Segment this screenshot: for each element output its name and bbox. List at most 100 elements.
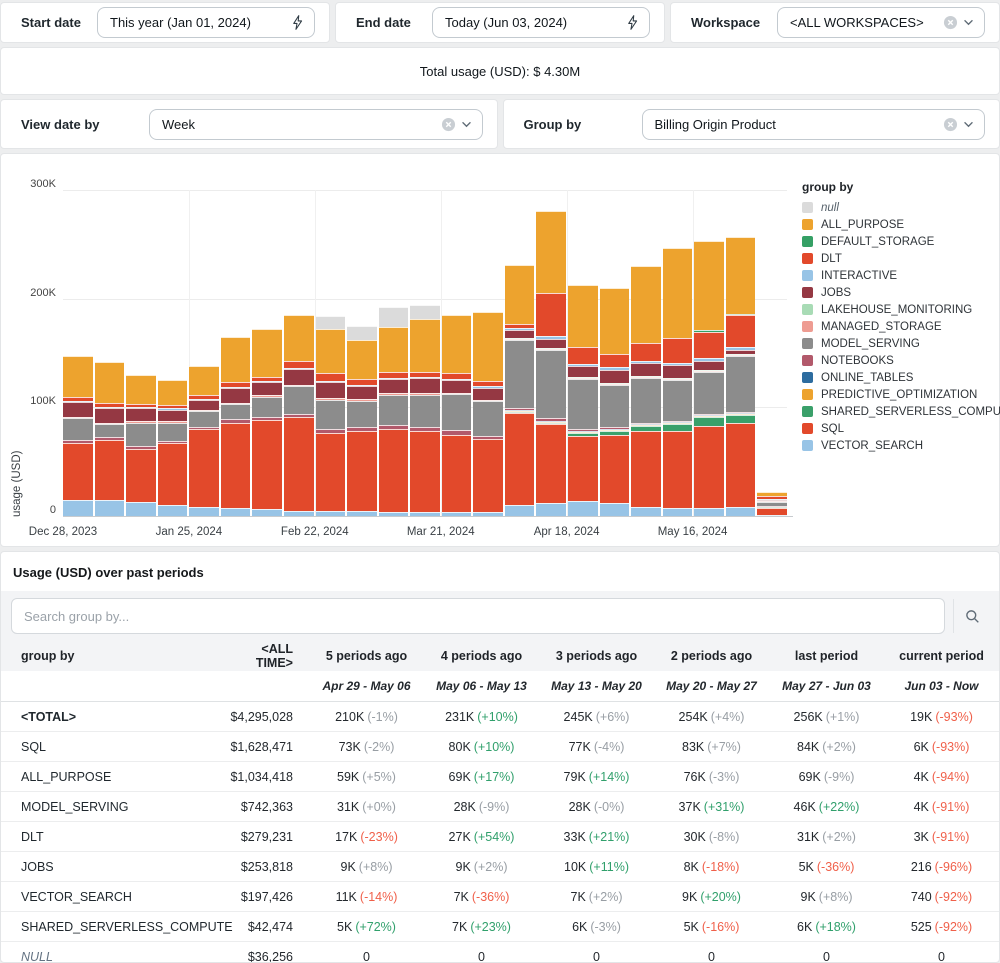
- end-date-input[interactable]: Today (Jun 03, 2024): [432, 7, 650, 38]
- bar-segment-VECTOR_SEARCH[interactable]: [158, 505, 188, 516]
- bar-segment-VECTOR_SEARCH[interactable]: [189, 507, 219, 516]
- bar-segment-MODEL_SERVING[interactable]: [694, 372, 724, 414]
- start-date-input[interactable]: This year (Jan 01, 2024): [97, 7, 315, 38]
- bar-segment-SQL[interactable]: [252, 420, 282, 509]
- bar-segment-VECTOR_SEARCH[interactable]: [95, 500, 125, 516]
- bar-segment-MODEL_SERVING[interactable]: [600, 385, 630, 427]
- stacked-bar[interactable]: [95, 362, 125, 516]
- bar-segment-VECTOR_SEARCH[interactable]: [536, 503, 566, 516]
- chevron-down-icon[interactable]: [461, 121, 472, 128]
- bar-segment-JOBS[interactable]: [221, 388, 251, 403]
- stacked-bar[interactable]: [442, 315, 472, 516]
- bar-segment-MODEL_SERVING[interactable]: [442, 394, 472, 430]
- bar-segment-JOBS[interactable]: [126, 408, 156, 421]
- bar-segment-SQL[interactable]: [284, 417, 314, 510]
- bar-segment-SQL[interactable]: [347, 431, 377, 510]
- chevron-down-icon[interactable]: [963, 19, 974, 26]
- bar-segment-null[interactable]: [316, 316, 346, 329]
- stacked-bar[interactable]: [726, 237, 756, 516]
- legend-item-MODEL_SERVING[interactable]: MODEL_SERVING: [802, 335, 996, 352]
- bar-segment-MODEL_SERVING[interactable]: [189, 411, 219, 427]
- bar-segment-SQL[interactable]: [379, 429, 409, 512]
- clear-icon[interactable]: [943, 117, 958, 132]
- bar-segment-ALL_PURPOSE[interactable]: [600, 288, 630, 354]
- bar-segment-VECTOR_SEARCH[interactable]: [631, 507, 661, 516]
- bar-segment-DLT[interactable]: [663, 338, 693, 363]
- bar-segment-JOBS[interactable]: [442, 380, 472, 393]
- bar-segment-MODEL_SERVING[interactable]: [158, 423, 188, 441]
- legend-item-DEFAULT_STORAGE[interactable]: DEFAULT_STORAGE: [802, 233, 996, 250]
- legend-item-PREDICTIVE_OPTIMIZATION[interactable]: PREDICTIVE_OPTIMIZATION: [802, 386, 996, 403]
- bar-segment-JOBS[interactable]: [95, 408, 125, 422]
- bar-segment-SQL[interactable]: [726, 423, 756, 508]
- stacked-bar[interactable]: [694, 241, 724, 516]
- stacked-bar[interactable]: [158, 380, 188, 516]
- bar-segment-SQL[interactable]: [221, 423, 251, 509]
- stacked-bar[interactable]: [252, 329, 282, 516]
- bar-segment-DLT[interactable]: [284, 361, 314, 369]
- stacked-bar[interactable]: [757, 492, 787, 516]
- bar-segment-VECTOR_SEARCH[interactable]: [63, 500, 93, 516]
- bar-segment-MODEL_SERVING[interactable]: [379, 395, 409, 424]
- bar-segment-VECTOR_SEARCH[interactable]: [663, 508, 693, 516]
- bar-segment-MODEL_SERVING[interactable]: [473, 401, 503, 436]
- stacked-bar[interactable]: [473, 312, 503, 516]
- bar-segment-MODEL_SERVING[interactable]: [505, 340, 535, 407]
- bar-segment-DLT[interactable]: [600, 354, 630, 367]
- bar-segment-MODEL_SERVING[interactable]: [284, 386, 314, 414]
- bar-segment-SQL[interactable]: [694, 426, 724, 509]
- bar-segment-JOBS[interactable]: [63, 402, 93, 417]
- search-button[interactable]: [953, 599, 991, 633]
- bar-segment-SQL[interactable]: [316, 433, 346, 510]
- view-date-by-select[interactable]: Week: [149, 109, 483, 140]
- bar-segment-JOBS[interactable]: [347, 386, 377, 399]
- bar-segment-ALL_PURPOSE[interactable]: [221, 337, 251, 383]
- bar-segment-ALL_PURPOSE[interactable]: [379, 327, 409, 372]
- bar-segment-ALL_PURPOSE[interactable]: [536, 211, 566, 294]
- bar-segment-VECTOR_SEARCH[interactable]: [600, 503, 630, 516]
- bar-segment-JOBS[interactable]: [631, 363, 661, 376]
- stacked-bar[interactable]: [600, 288, 630, 516]
- bar-segment-ALL_PURPOSE[interactable]: [158, 380, 188, 405]
- bar-segment-JOBS[interactable]: [663, 365, 693, 378]
- bar-segment-ALL_PURPOSE[interactable]: [63, 356, 93, 396]
- search-input[interactable]: [11, 598, 945, 634]
- bar-segment-MODEL_SERVING[interactable]: [536, 350, 566, 418]
- bar-segment-ALL_PURPOSE[interactable]: [126, 375, 156, 404]
- bar-segment-null[interactable]: [410, 305, 440, 319]
- bar-segment-SQL[interactable]: [473, 439, 503, 512]
- bar-segment-JOBS[interactable]: [189, 400, 219, 410]
- bar-segment-ALL_PURPOSE[interactable]: [694, 241, 724, 330]
- legend-item-SHARED_SERVERLESS_COMPUTE[interactable]: SHARED_SERVERLESS_COMPUTE: [802, 403, 996, 420]
- legend-item-ONLINE_TABLES[interactable]: ONLINE_TABLES: [802, 369, 996, 386]
- bar-segment-DLT[interactable]: [536, 293, 566, 335]
- bar-segment-VECTOR_SEARCH[interactable]: [568, 501, 598, 516]
- bar-segment-ALL_PURPOSE[interactable]: [284, 315, 314, 361]
- group-by-select[interactable]: Billing Origin Product: [642, 109, 986, 140]
- bar-segment-SQL[interactable]: [410, 431, 440, 511]
- bar-segment-MODEL_SERVING[interactable]: [63, 418, 93, 440]
- bar-segment-JOBS[interactable]: [568, 366, 598, 377]
- bar-segment-SQL[interactable]: [631, 431, 661, 507]
- bar-segment-SQL[interactable]: [63, 443, 93, 500]
- bar-segment-ALL_PURPOSE[interactable]: [316, 329, 346, 372]
- stacked-bar[interactable]: [505, 265, 535, 516]
- bar-segment-SHARED_SERVERLESS_COMPUTE[interactable]: [663, 424, 693, 432]
- lightning-bolt-icon[interactable]: [626, 15, 639, 30]
- bar-segment-MODEL_SERVING[interactable]: [663, 380, 693, 420]
- bar-segment-ALL_PURPOSE[interactable]: [95, 362, 125, 403]
- stacked-bar[interactable]: [284, 315, 314, 516]
- legend-item-VECTOR_SEARCH[interactable]: VECTOR_SEARCH: [802, 437, 996, 454]
- bar-segment-SQL[interactable]: [600, 435, 630, 503]
- bar-segment-MODEL_SERVING[interactable]: [631, 378, 661, 423]
- bar-segment-SHARED_SERVERLESS_COMPUTE[interactable]: [726, 415, 756, 423]
- bar-segment-null[interactable]: [347, 326, 377, 340]
- bar-segment-JOBS[interactable]: [158, 410, 188, 422]
- stacked-bar[interactable]: [221, 337, 251, 516]
- bar-segment-JOBS[interactable]: [473, 388, 503, 400]
- stacked-bar[interactable]: [631, 266, 661, 516]
- chevron-down-icon[interactable]: [963, 121, 974, 128]
- bar-segment-JOBS[interactable]: [252, 382, 282, 395]
- bar-segment-SQL[interactable]: [126, 449, 156, 502]
- legend-item-LAKEHOUSE_MONITORING[interactable]: LAKEHOUSE_MONITORING: [802, 301, 996, 318]
